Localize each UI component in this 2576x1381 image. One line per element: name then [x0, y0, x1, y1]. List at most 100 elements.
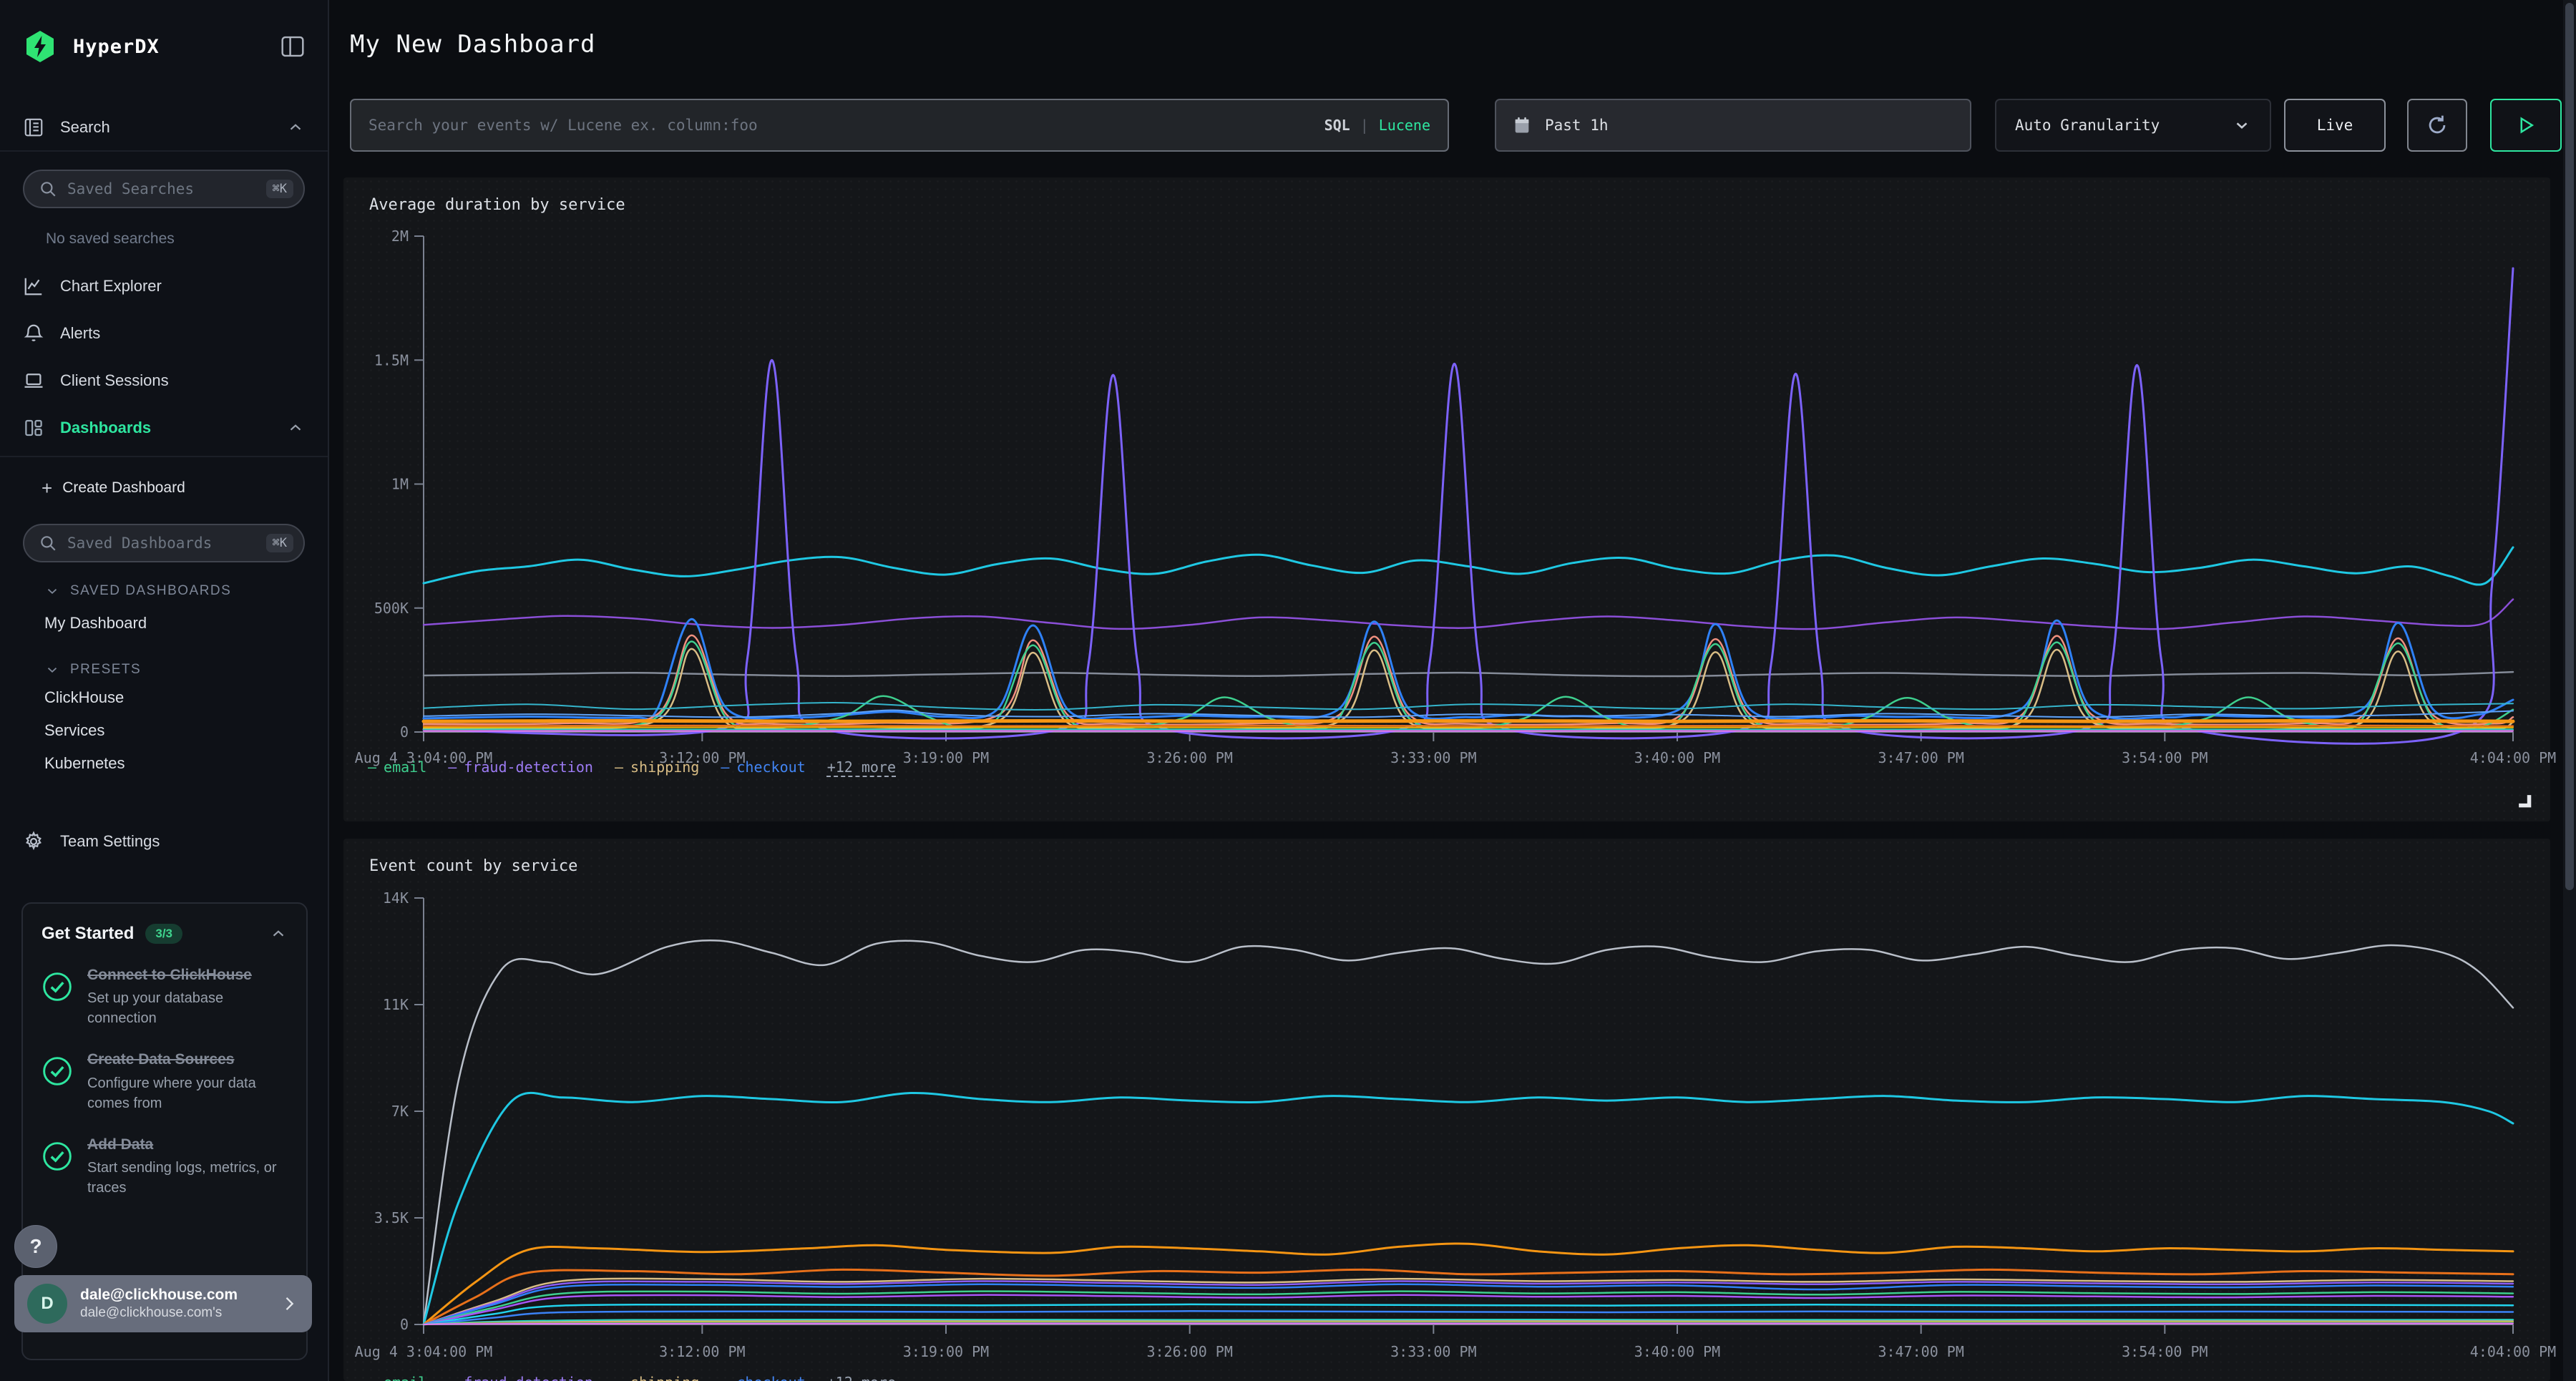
refresh-button[interactable] [2407, 99, 2467, 152]
toggle-separator: | [1360, 117, 1369, 134]
plus-icon: + [42, 477, 52, 499]
checklist-item-sources[interactable]: Create Data Sources Configure where your… [42, 1050, 288, 1113]
saved-dashboards-input[interactable]: Saved Dashboards ⌘K [23, 524, 305, 562]
legend-item[interactable]: —email [368, 758, 426, 776]
legend-more-link[interactable]: +12 more [827, 758, 896, 776]
panel-resize-handle[interactable] [2516, 792, 2532, 811]
svg-text:500K: 500K [374, 600, 409, 617]
query-language-toggle[interactable]: SQL | Lucene [1324, 117, 1430, 134]
help-label: ? [29, 1235, 42, 1258]
legend-swatch: — [615, 1374, 623, 1381]
sidebar-item-client-sessions[interactable]: Client Sessions [23, 361, 305, 401]
lucene-toggle[interactable]: Lucene [1379, 117, 1430, 134]
legend-label: shipping [630, 1374, 699, 1381]
event-search-input[interactable]: Search your events w/ Lucene ex. column:… [350, 99, 1449, 152]
event-count-chart-canvas[interactable]: 03.5K7K11K14KAug 4 3:04:00 PM3:12:00 PM3… [343, 839, 2550, 1381]
svg-text:2M: 2M [391, 228, 409, 245]
user-menu[interactable]: D dale@clickhouse.com dale@clickhouse.co… [14, 1275, 312, 1332]
legend-item[interactable]: —fraud-detection [448, 758, 593, 776]
sidebar-item-label: Client Sessions [60, 371, 169, 390]
granularity-select[interactable]: Auto Granularity [1995, 99, 2271, 152]
svg-text:3:54:00 PM: 3:54:00 PM [2122, 1343, 2207, 1360]
play-icon [2515, 114, 2537, 136]
create-dashboard-label: Create Dashboard [62, 479, 185, 497]
divider [0, 150, 328, 152]
chevron-up-icon [286, 118, 305, 137]
scrollbar-track[interactable] [2563, 0, 2576, 1381]
live-label: Live [2317, 117, 2353, 134]
sidebar-item-chart-explorer[interactable]: Chart Explorer [23, 266, 305, 306]
get-started-header[interactable]: Get Started 3/3 [42, 924, 288, 944]
legend-item[interactable]: — checkout [721, 1374, 805, 1381]
chart-legend: —email—fraud-detection—shipping—checkout… [368, 758, 2536, 776]
calendar-icon [1512, 115, 1532, 135]
time-range-picker[interactable]: Past 1h [1495, 99, 1971, 152]
scrollbar-thumb[interactable] [2565, 3, 2574, 890]
svg-text:3:40:00 PM: 3:40:00 PM [1634, 1343, 1720, 1360]
help-button[interactable]: ? [14, 1225, 57, 1268]
checklist-item-add-data[interactable]: Add Data Start sending logs, metrics, or… [42, 1135, 288, 1198]
sidebar-item-team-settings[interactable]: Team Settings [23, 821, 305, 862]
legend-item[interactable]: —shipping [615, 758, 699, 776]
checklist-item-desc: Set up your database connection [87, 988, 280, 1028]
hyperdx-logo-icon [23, 29, 57, 64]
bell-icon [23, 323, 44, 344]
svg-text:11K: 11K [383, 996, 409, 1013]
legend-item[interactable]: —email [368, 1374, 426, 1381]
sidebar-collapse-icon[interactable] [280, 36, 305, 57]
checklist-item-desc: Start sending logs, metrics, or traces [87, 1158, 280, 1198]
legend-label: fraud-detection [464, 1374, 593, 1381]
svg-text:1.5M: 1.5M [374, 351, 409, 369]
svg-text:0: 0 [400, 723, 409, 741]
sql-toggle[interactable]: SQL [1324, 117, 1350, 134]
legend-more-link[interactable]: +12 more [827, 1374, 896, 1381]
legend-swatch: — [721, 758, 729, 776]
section-saved-dashboards[interactable]: SAVED DASHBOARDS [44, 583, 231, 599]
sidebar-item-alerts[interactable]: Alerts [23, 313, 305, 353]
sidebar-item-label: Team Settings [60, 832, 160, 851]
chart-legend: —email —fraud-detection — shipping — checkout… [368, 1374, 2536, 1381]
legend-item[interactable]: — shipping [615, 1374, 699, 1381]
legend-label: fraud-detection [464, 758, 593, 776]
saved-dashboards-placeholder: Saved Dashboards [67, 535, 256, 552]
no-saved-searches-text: No saved searches [46, 230, 175, 248]
legend-swatch: — [368, 758, 376, 776]
section-label: PRESETS [70, 662, 141, 678]
shortcut-badge: ⌘K [266, 180, 293, 198]
legend-swatch: — [721, 1374, 729, 1381]
avg-duration-chart-canvas[interactable]: 0500K1M1.5M2MAug 4 3:04:00 PM3:12:00 PM3… [343, 177, 2550, 821]
chevron-down-icon [44, 662, 60, 678]
sidebar-item-label: Alerts [60, 324, 100, 343]
legend-label: checkout [736, 1374, 805, 1381]
chevron-up-icon [286, 419, 305, 437]
sidebar-item-services[interactable]: Services [44, 721, 104, 740]
run-query-button[interactable] [2490, 99, 2562, 152]
checklist-item-connect[interactable]: Connect to ClickHouse Set up your databa… [42, 965, 288, 1028]
saved-searches-input[interactable]: Saved Searches ⌘K [23, 170, 305, 208]
sidebar-item-search[interactable]: Search [23, 107, 305, 147]
svg-text:1M: 1M [391, 476, 409, 493]
svg-text:3:47:00 PM: 3:47:00 PM [1878, 1343, 1963, 1360]
sidebar-item-dashboards[interactable]: Dashboards [23, 408, 305, 448]
section-presets[interactable]: PRESETS [44, 662, 141, 678]
legend-label: email [384, 1374, 426, 1381]
search-icon [39, 534, 57, 552]
check-circle-icon [42, 971, 73, 1002]
legend-item[interactable]: —checkout [721, 758, 805, 776]
svg-text:Aug 4 3:04:00 PM: Aug 4 3:04:00 PM [355, 1343, 493, 1360]
svg-text:3:12:00 PM: 3:12:00 PM [659, 1343, 745, 1360]
live-button[interactable]: Live [2284, 99, 2386, 152]
sidebar-item-my-dashboard[interactable]: My Dashboard [44, 614, 147, 633]
sidebar-item-clickhouse[interactable]: ClickHouse [44, 688, 124, 707]
svg-text:3:33:00 PM: 3:33:00 PM [1390, 1343, 1476, 1360]
page-title: My New Dashboard [350, 30, 596, 59]
app-title: HyperDX [73, 36, 160, 58]
legend-item[interactable]: —fraud-detection [448, 1374, 593, 1381]
svg-text:3:19:00 PM: 3:19:00 PM [903, 1343, 989, 1360]
create-dashboard-button[interactable]: + Create Dashboard [42, 472, 185, 504]
avatar: D [27, 1284, 67, 1324]
chevron-down-icon [44, 583, 60, 599]
sidebar-item-kubernetes[interactable]: Kubernetes [44, 754, 125, 773]
divider [0, 456, 328, 457]
section-label: SAVED DASHBOARDS [70, 583, 231, 599]
